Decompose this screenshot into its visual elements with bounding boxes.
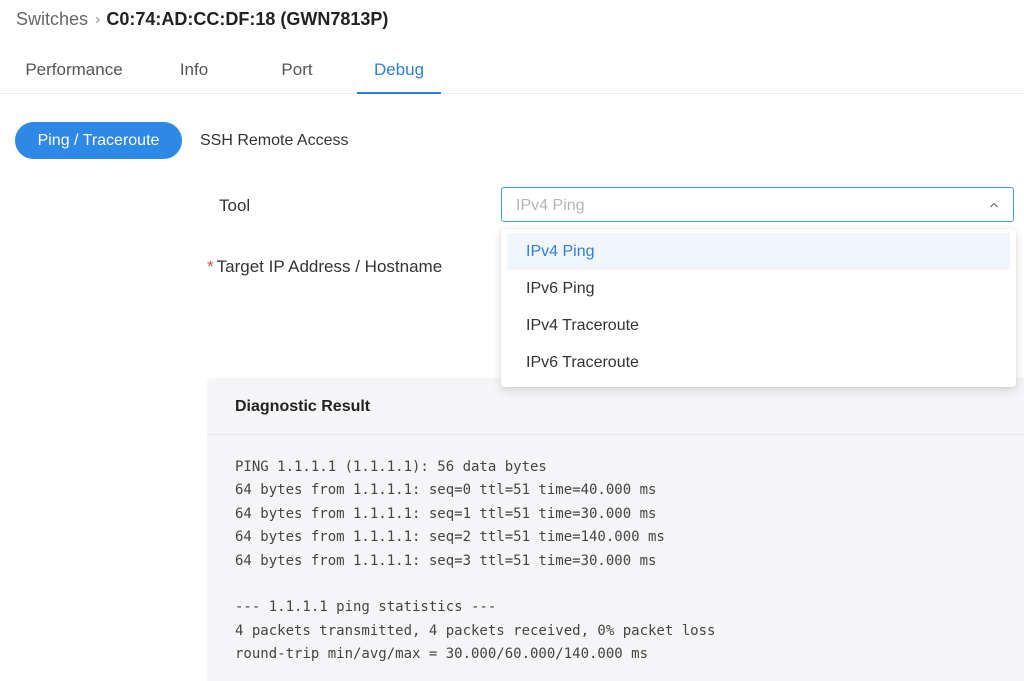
breadcrumb: Switches › C0:74:AD:CC:DF:18 (GWN7813P) — [16, 9, 388, 30]
tool-dropdown-menu: IPv4 Ping IPv6 Ping IPv4 Traceroute IPv6… — [501, 229, 1016, 387]
tab-port[interactable]: Port — [266, 48, 328, 92]
option-ipv4-traceroute[interactable]: IPv4 Traceroute — [507, 307, 1010, 344]
tab-info[interactable]: Info — [165, 48, 223, 92]
diagnostic-result-output: PING 1.1.1.1 (1.1.1.1): 56 data bytes 64… — [235, 459, 716, 663]
diagnostic-result-panel: Diagnostic Result PING 1.1.1.1 (1.1.1.1)… — [207, 378, 1024, 681]
target-ip-label: * Target IP Address / Hostname — [207, 257, 442, 277]
tool-select[interactable]: IPv4 Ping — [501, 187, 1014, 222]
option-ipv6-traceroute[interactable]: IPv6 Traceroute — [507, 344, 1010, 381]
option-ipv4-ping[interactable]: IPv4 Ping — [507, 233, 1010, 270]
option-ipv6-ping[interactable]: IPv6 Ping — [507, 270, 1010, 307]
tab-performance[interactable]: Performance — [16, 48, 132, 92]
result-divider — [207, 434, 1024, 435]
subtab-ping-traceroute[interactable]: Ping / Traceroute — [15, 122, 182, 159]
chevron-right-icon: › — [95, 10, 101, 28]
breadcrumb-switches-link[interactable]: Switches — [16, 9, 88, 30]
diagnostic-result-title: Diagnostic Result — [235, 398, 371, 415]
page-title: C0:74:AD:CC:DF:18 (GWN7813P) — [106, 9, 389, 29]
chevron-up-icon — [990, 202, 998, 208]
subtab-ssh-remote-access[interactable]: SSH Remote Access — [200, 122, 349, 159]
tab-bar: Performance Info Port Debug — [0, 48, 1024, 94]
tab-debug[interactable]: Debug — [357, 48, 441, 94]
target-ip-label-text: Target IP Address / Hostname — [216, 257, 443, 276]
tool-label: Tool — [219, 196, 251, 215]
tool-select-value: IPv4 Ping — [516, 197, 585, 214]
required-marker: * — [207, 257, 214, 276]
